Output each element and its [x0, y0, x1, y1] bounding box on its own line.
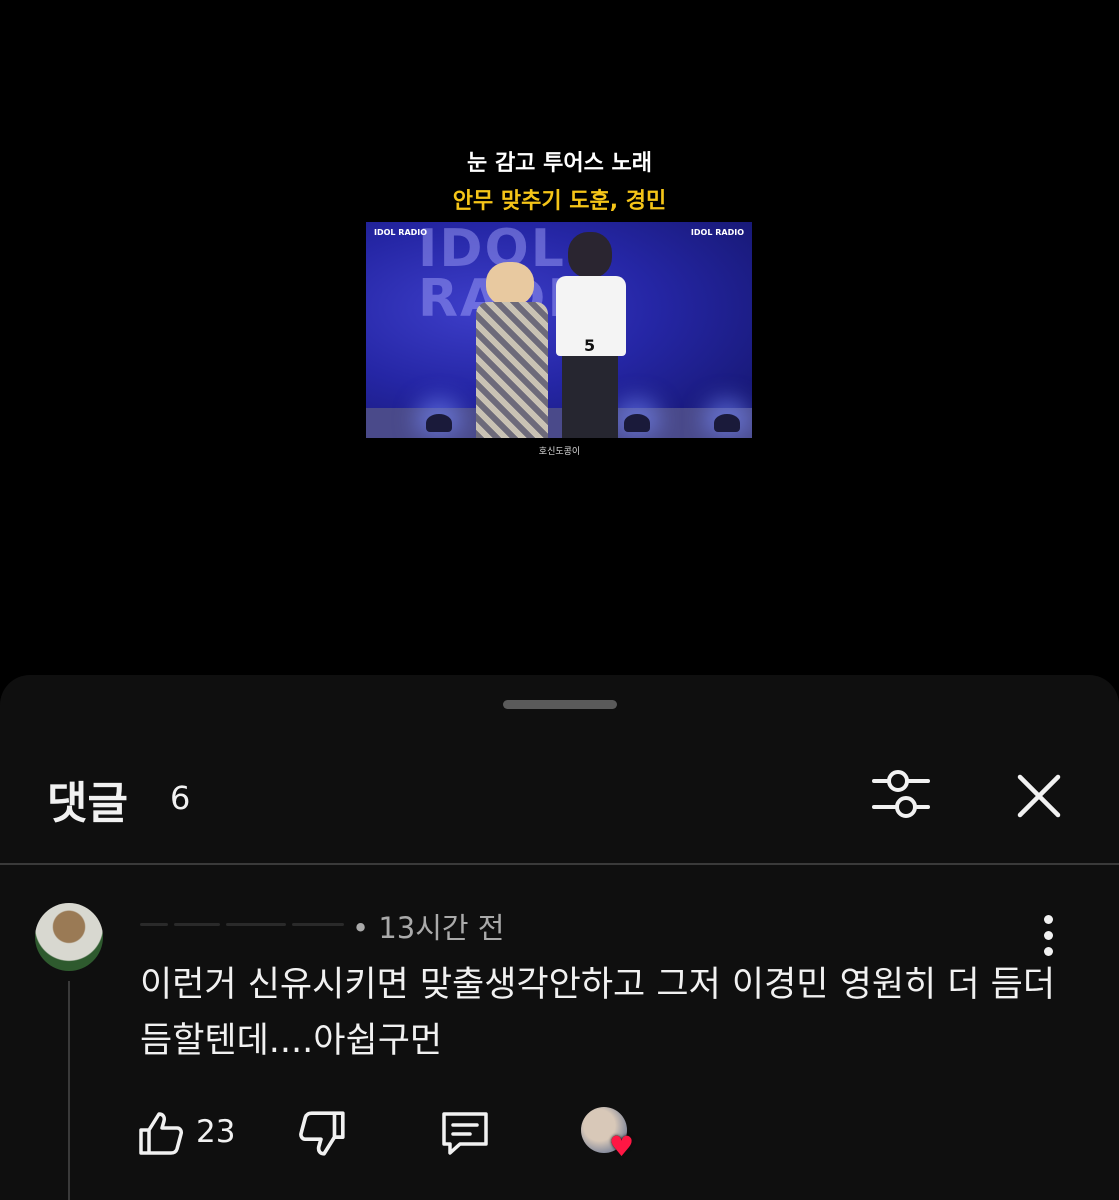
- comment-text: 이런거 신유시키면 맞출생각안하고 그저 이경민 영원히 더 듬더듬할텐데...…: [140, 965, 1056, 1061]
- idol-radio-logo-right: IDOL RADIO: [690, 228, 744, 237]
- more-vert-icon: [1044, 915, 1053, 924]
- video-frame: IDOL RADIO IDOL RADIO IDOL RADIO 5: [366, 222, 752, 438]
- stage-light: [426, 414, 452, 432]
- creator-heart-badge: ♥: [581, 1107, 645, 1167]
- close-button[interactable]: [1010, 767, 1068, 825]
- sort-filter-button[interactable]: [868, 767, 934, 823]
- comment-timestamp: • 13시간 전: [352, 911, 505, 945]
- thumb-down-icon: [299, 1111, 345, 1156]
- video-player[interactable]: 눈 감고 투어스 노래 안무 맞추기 도훈, 경민 IDOL RADIO IDO…: [0, 0, 1119, 675]
- sheet-divider: [0, 863, 1119, 865]
- idol-radio-logo-left: IDOL RADIO: [374, 228, 428, 237]
- performer-left: [476, 262, 554, 438]
- video-caption-line2: 안무 맞추기 도훈, 경민: [452, 189, 667, 214]
- performer-right: 5: [552, 232, 632, 438]
- like-button[interactable]: [136, 1108, 186, 1158]
- thumb-up-icon: [139, 1112, 183, 1155]
- stage-light: [714, 414, 740, 432]
- author-name-redacted[interactable]: [140, 911, 345, 937]
- comments-sheet: 댓글 6 • 13시간 전 이런거 신유시키면 맞출생각안하고 그저 이경민 영…: [0, 675, 1119, 1200]
- comments-title: 댓글: [47, 778, 128, 829]
- like-count: 23: [196, 1114, 236, 1150]
- drag-handle[interactable]: [503, 700, 617, 709]
- video-caption-line1: 눈 감고 투어스 노래: [467, 151, 652, 176]
- sliders-icon: [872, 770, 930, 818]
- close-icon: [1017, 774, 1061, 818]
- reply-button[interactable]: [438, 1108, 492, 1158]
- avatar[interactable]: [35, 903, 103, 971]
- heart-icon: ♥: [609, 1130, 635, 1163]
- jersey-number: 5: [584, 336, 596, 355]
- comments-count: 6: [170, 779, 191, 817]
- video-watermark: 호신도콩이: [538, 447, 581, 457]
- thread-line: [68, 981, 70, 1200]
- more-options-button[interactable]: [1032, 913, 1066, 959]
- reply-icon: [442, 1112, 488, 1155]
- dislike-button[interactable]: [296, 1108, 348, 1160]
